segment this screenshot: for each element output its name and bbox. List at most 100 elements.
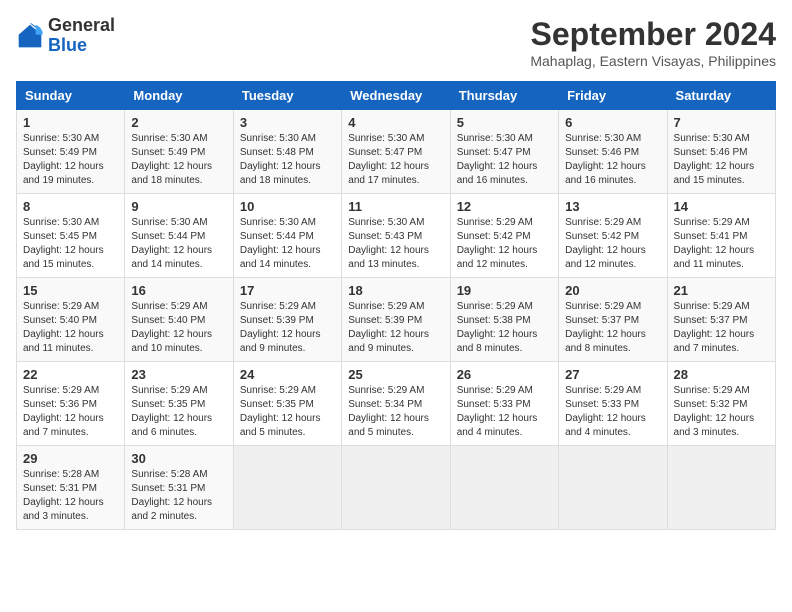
day-info: Sunrise: 5:28 AMSunset: 5:31 PMDaylight:… (131, 468, 226, 524)
day-number: 7 (674, 115, 769, 130)
day-info: Sunrise: 5:29 AMSunset: 5:32 PMDaylight:… (674, 384, 769, 440)
calendar-cell: 7 Sunrise: 5:30 AMSunset: 5:46 PMDaylight… (667, 110, 775, 194)
logo-text: General Blue (48, 16, 115, 56)
day-number: 4 (348, 115, 443, 130)
day-info: Sunrise: 5:29 AMSunset: 5:33 PMDaylight:… (565, 384, 660, 440)
day-info: Sunrise: 5:29 AMSunset: 5:42 PMDaylight:… (565, 216, 660, 272)
day-info: Sunrise: 5:29 AMSunset: 5:41 PMDaylight:… (674, 216, 769, 272)
calendar-cell: 24 Sunrise: 5:29 AMSunset: 5:35 PMDayligh… (233, 362, 341, 446)
col-header-thursday: Thursday (450, 82, 558, 110)
calendar-table: SundayMondayTuesdayWednesdayThursdayFrid… (16, 81, 776, 530)
day-number: 16 (131, 283, 226, 298)
day-number: 26 (457, 367, 552, 382)
calendar-week-2: 8 Sunrise: 5:30 AMSunset: 5:45 PMDaylight… (17, 194, 776, 278)
col-header-friday: Friday (559, 82, 667, 110)
day-number: 9 (131, 199, 226, 214)
day-number: 21 (674, 283, 769, 298)
calendar-cell: 26 Sunrise: 5:29 AMSunset: 5:33 PMDayligh… (450, 362, 558, 446)
day-info: Sunrise: 5:28 AMSunset: 5:31 PMDaylight:… (23, 468, 118, 524)
logo-icon (16, 22, 44, 50)
calendar-cell: 4 Sunrise: 5:30 AMSunset: 5:47 PMDaylight… (342, 110, 450, 194)
col-header-saturday: Saturday (667, 82, 775, 110)
calendar-cell: 20 Sunrise: 5:29 AMSunset: 5:37 PMDayligh… (559, 278, 667, 362)
calendar-cell: 11 Sunrise: 5:30 AMSunset: 5:43 PMDayligh… (342, 194, 450, 278)
day-info: Sunrise: 5:29 AMSunset: 5:37 PMDaylight:… (565, 300, 660, 356)
calendar-cell: 30 Sunrise: 5:28 AMSunset: 5:31 PMDayligh… (125, 446, 233, 530)
calendar-cell: 15 Sunrise: 5:29 AMSunset: 5:40 PMDayligh… (17, 278, 125, 362)
calendar-week-5: 29 Sunrise: 5:28 AMSunset: 5:31 PMDayligh… (17, 446, 776, 530)
day-info: Sunrise: 5:29 AMSunset: 5:35 PMDaylight:… (131, 384, 226, 440)
day-info: Sunrise: 5:30 AMSunset: 5:47 PMDaylight:… (457, 132, 552, 188)
day-info: Sunrise: 5:29 AMSunset: 5:36 PMDaylight:… (23, 384, 118, 440)
col-header-monday: Monday (125, 82, 233, 110)
calendar-header-row: SundayMondayTuesdayWednesdayThursdayFrid… (17, 82, 776, 110)
day-info: Sunrise: 5:30 AMSunset: 5:46 PMDaylight:… (565, 132, 660, 188)
logo-general: General (48, 15, 115, 35)
calendar-week-1: 1 Sunrise: 5:30 AMSunset: 5:49 PMDaylight… (17, 110, 776, 194)
day-info: Sunrise: 5:29 AMSunset: 5:40 PMDaylight:… (23, 300, 118, 356)
calendar-cell: 19 Sunrise: 5:29 AMSunset: 5:38 PMDayligh… (450, 278, 558, 362)
calendar-cell: 8 Sunrise: 5:30 AMSunset: 5:45 PMDaylight… (17, 194, 125, 278)
calendar-cell (450, 446, 558, 530)
day-number: 29 (23, 451, 118, 466)
calendar-cell: 12 Sunrise: 5:29 AMSunset: 5:42 PMDayligh… (450, 194, 558, 278)
title-block: September 2024 Mahaplag, Eastern Visayas… (530, 16, 776, 69)
calendar-cell: 10Sunrise: 5:30 AMSunset: 5:44 PMDayligh… (233, 194, 341, 278)
location: Mahaplag, Eastern Visayas, Philippines (530, 53, 776, 69)
calendar-cell: 16 Sunrise: 5:29 AMSunset: 5:40 PMDayligh… (125, 278, 233, 362)
day-number: 19 (457, 283, 552, 298)
day-number: 11 (348, 199, 443, 214)
day-number: 30 (131, 451, 226, 466)
day-info: Sunrise: 5:29 AMSunset: 5:35 PMDaylight:… (240, 384, 335, 440)
day-info: Sunrise: 5:29 AMSunset: 5:40 PMDaylight:… (131, 300, 226, 356)
day-number: 23 (131, 367, 226, 382)
day-number: 8 (23, 199, 118, 214)
day-info: Sunrise: 5:30 AMSunset: 5:46 PMDaylight:… (674, 132, 769, 188)
calendar-cell: 18Sunrise: 5:29 AMSunset: 5:39 PMDayligh… (342, 278, 450, 362)
day-info: Sunrise: 5:29 AMSunset: 5:42 PMDaylight:… (457, 216, 552, 272)
calendar-cell: 6 Sunrise: 5:30 AMSunset: 5:46 PMDaylight… (559, 110, 667, 194)
day-info: Sunrise: 5:30 AMSunset: 5:43 PMDaylight:… (348, 216, 443, 272)
day-number: 17 (240, 283, 335, 298)
page-header: General Blue September 2024 Mahaplag, Ea… (16, 16, 776, 69)
calendar-cell: 22 Sunrise: 5:29 AMSunset: 5:36 PMDayligh… (17, 362, 125, 446)
calendar-cell: 9 Sunrise: 5:30 AMSunset: 5:44 PMDaylight… (125, 194, 233, 278)
day-number: 3 (240, 115, 335, 130)
calendar-week-3: 15 Sunrise: 5:29 AMSunset: 5:40 PMDayligh… (17, 278, 776, 362)
day-number: 14 (674, 199, 769, 214)
calendar-cell: 27Sunrise: 5:29 AMSunset: 5:33 PMDayligh… (559, 362, 667, 446)
calendar-cell: 5Sunrise: 5:30 AMSunset: 5:47 PMDaylight… (450, 110, 558, 194)
calendar-cell: 17Sunrise: 5:29 AMSunset: 5:39 PMDayligh… (233, 278, 341, 362)
calendar-cell: 13Sunrise: 5:29 AMSunset: 5:42 PMDayligh… (559, 194, 667, 278)
day-info: Sunrise: 5:30 AMSunset: 5:45 PMDaylight:… (23, 216, 118, 272)
day-info: Sunrise: 5:30 AMSunset: 5:49 PMDaylight:… (131, 132, 226, 188)
day-number: 24 (240, 367, 335, 382)
calendar-cell: 3 Sunrise: 5:30 AMSunset: 5:48 PMDaylight… (233, 110, 341, 194)
calendar-week-4: 22 Sunrise: 5:29 AMSunset: 5:36 PMDayligh… (17, 362, 776, 446)
day-info: Sunrise: 5:29 AMSunset: 5:34 PMDaylight:… (348, 384, 443, 440)
day-info: Sunrise: 5:30 AMSunset: 5:44 PMDaylight:… (131, 216, 226, 272)
calendar-cell: 21Sunrise: 5:29 AMSunset: 5:37 PMDayligh… (667, 278, 775, 362)
calendar-cell: 25 Sunrise: 5:29 AMSunset: 5:34 PMDayligh… (342, 362, 450, 446)
calendar-cell: 23 Sunrise: 5:29 AMSunset: 5:35 PMDayligh… (125, 362, 233, 446)
day-number: 15 (23, 283, 118, 298)
calendar-cell (667, 446, 775, 530)
logo: General Blue (16, 16, 115, 56)
day-number: 12 (457, 199, 552, 214)
col-header-wednesday: Wednesday (342, 82, 450, 110)
day-info: Sunrise: 5:30 AMSunset: 5:48 PMDaylight:… (240, 132, 335, 188)
month-year: September 2024 (530, 16, 776, 53)
day-number: 22 (23, 367, 118, 382)
day-number: 1 (23, 115, 118, 130)
day-info: Sunrise: 5:29 AMSunset: 5:38 PMDaylight:… (457, 300, 552, 356)
calendar-cell: 1Sunrise: 5:30 AMSunset: 5:49 PMDaylight… (17, 110, 125, 194)
day-info: Sunrise: 5:29 AMSunset: 5:33 PMDaylight:… (457, 384, 552, 440)
col-header-sunday: Sunday (17, 82, 125, 110)
day-info: Sunrise: 5:30 AMSunset: 5:47 PMDaylight:… (348, 132, 443, 188)
day-number: 18 (348, 283, 443, 298)
calendar-cell (342, 446, 450, 530)
day-number: 20 (565, 283, 660, 298)
day-number: 6 (565, 115, 660, 130)
day-number: 25 (348, 367, 443, 382)
day-info: Sunrise: 5:30 AMSunset: 5:44 PMDaylight:… (240, 216, 335, 272)
